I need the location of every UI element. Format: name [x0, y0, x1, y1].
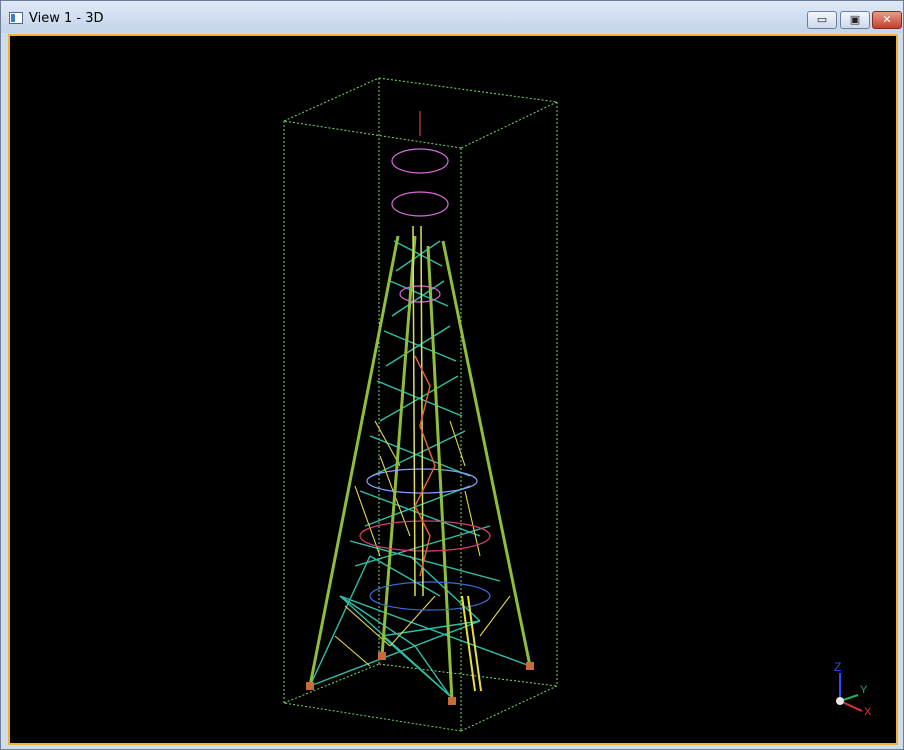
- tower-model: Z Y X: [283, 77, 872, 732]
- svg-text:Y: Y: [860, 684, 868, 696]
- title-bar[interactable]: View 1 - 3D ▭ ▣ ✕: [1, 1, 903, 33]
- minimize-button[interactable]: ▭: [807, 11, 837, 29]
- axis-triad: Z Y X: [834, 660, 872, 718]
- bounding-box: [283, 77, 558, 732]
- central-ladder: [412, 225, 424, 597]
- maximize-button[interactable]: ▣: [840, 11, 870, 29]
- view-window-icon: [9, 12, 23, 24]
- svg-text:X: X: [864, 706, 872, 718]
- svg-text:Z: Z: [834, 660, 841, 674]
- close-button[interactable]: ✕: [872, 11, 902, 29]
- window-title: View 1 - 3D: [29, 11, 104, 26]
- external-stair: [461, 595, 482, 692]
- view-window: View 1 - 3D ▭ ▣ ✕ Z Y X: [0, 0, 904, 750]
- 3d-viewport[interactable]: Z Y X: [8, 34, 898, 745]
